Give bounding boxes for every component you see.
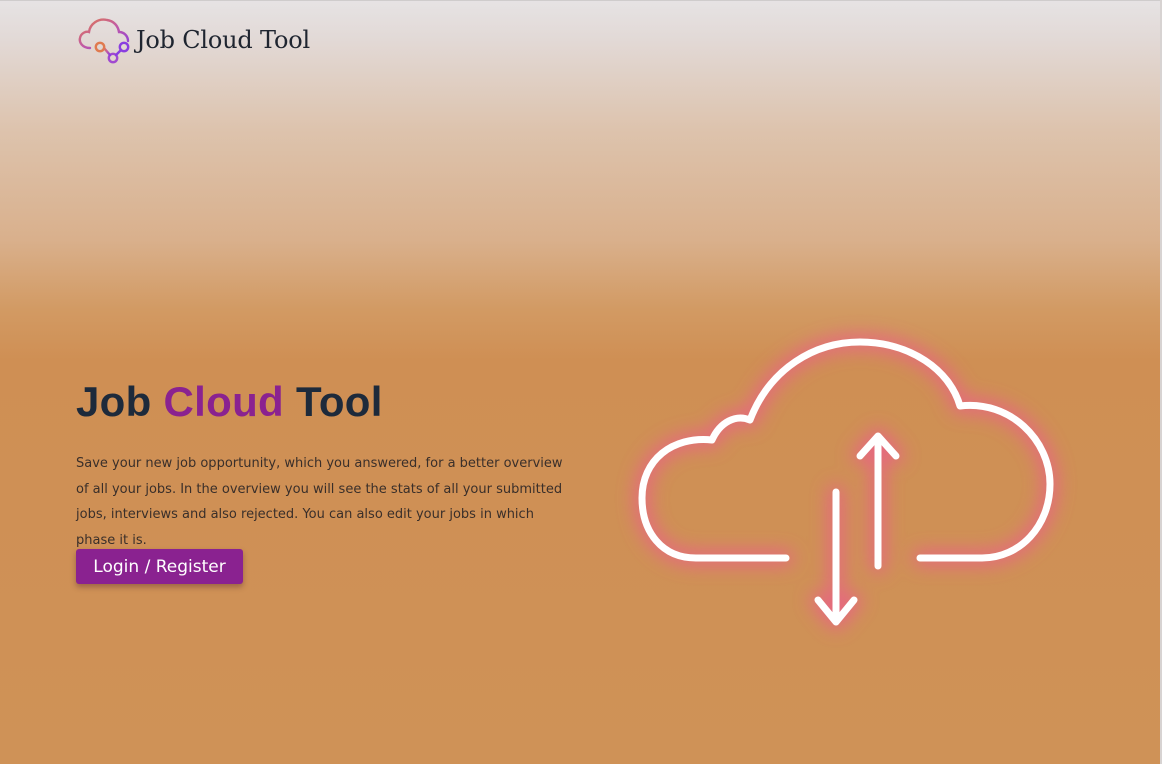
hero-title: Job Cloud Tool — [76, 376, 383, 428]
hero-title-part2: Tool — [284, 378, 383, 425]
brand-link[interactable]: Job Cloud Tool — [76, 14, 310, 66]
cloud-upload-download-icon — [634, 334, 1058, 630]
login-register-button[interactable]: Login / Register — [76, 549, 243, 584]
brand-name: Job Cloud Tool — [136, 26, 310, 54]
hero-title-accent: Cloud — [163, 378, 285, 425]
hero-title-part1: Job — [76, 378, 164, 425]
hero-description: Save your new job opportunity, which you… — [76, 456, 563, 548]
top-border — [0, 0, 1162, 1]
cloud-network-icon — [78, 18, 130, 64]
